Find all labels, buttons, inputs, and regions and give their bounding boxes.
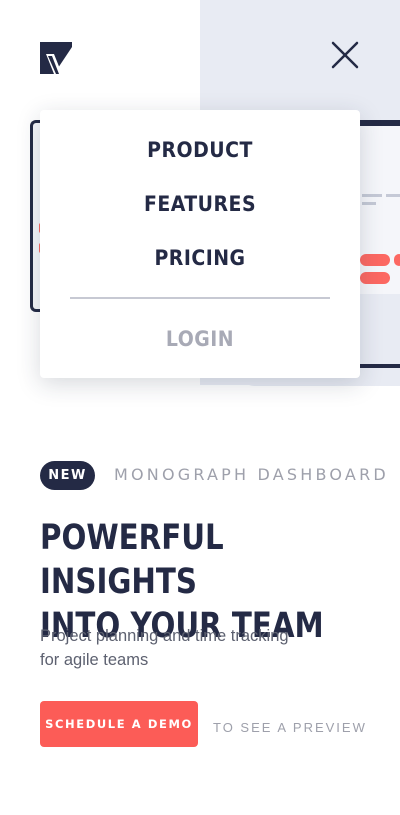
mockup-screen (356, 126, 400, 364)
menu-item-login[interactable]: LOGIN (40, 327, 360, 351)
menu-item-product[interactable]: PRODUCT (40, 138, 360, 162)
mockup-line (386, 194, 400, 197)
new-badge: NEW (40, 461, 95, 490)
mockup-screen-bottom (356, 294, 400, 364)
preview-note: TO SEE A PREVIEW (213, 720, 367, 735)
subtext-line-2: for agile teams (40, 651, 149, 669)
mockup-line (362, 194, 382, 197)
menu-item-features[interactable]: FEATURES (40, 192, 360, 216)
close-icon[interactable] (328, 38, 362, 72)
menu-divider (70, 297, 330, 299)
mockup-pill (360, 254, 390, 266)
hero-subtext: Project planning and time tracking for a… (40, 624, 340, 672)
mockup-pill (360, 272, 390, 284)
subtext-line-1: Project planning and time tracking (40, 627, 289, 645)
schedule-demo-button[interactable]: SCHEDULE A DEMO (40, 701, 198, 747)
mockup-pill (394, 254, 400, 266)
headline-line-1: POWERFUL INSIGHTS (40, 518, 224, 602)
nav-dropdown-menu: PRODUCT FEATURES PRICING LOGIN (40, 110, 360, 378)
menu-item-pricing[interactable]: PRICING (40, 246, 360, 270)
product-eyebrow: MONOGRAPH DASHBOARD (114, 465, 389, 484)
mockup-line (362, 202, 376, 205)
monograph-logo-icon[interactable] (40, 42, 72, 74)
